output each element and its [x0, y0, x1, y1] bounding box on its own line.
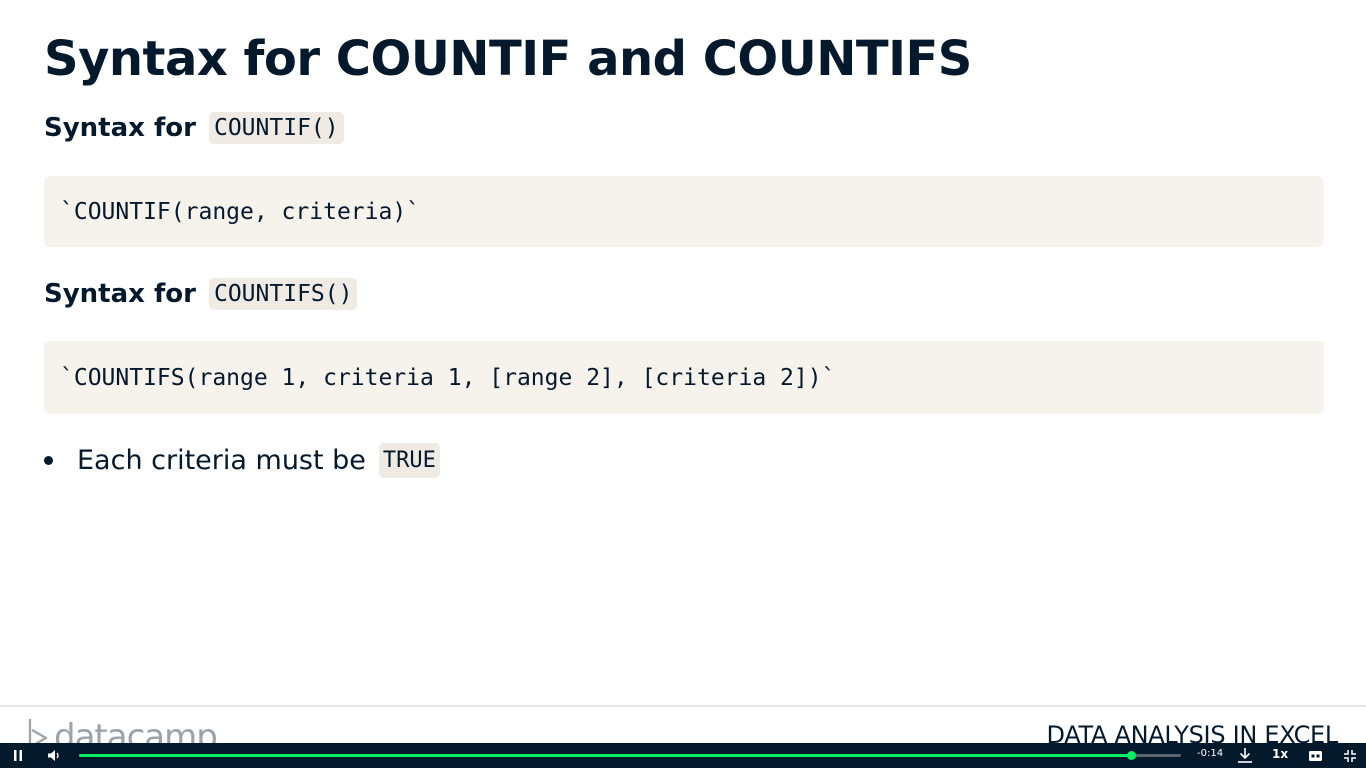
video-player-controls: -0:14 1x — [0, 743, 1366, 768]
progress-thumb[interactable] — [1127, 751, 1137, 760]
captions-button[interactable] — [1305, 743, 1325, 768]
course-title: DATA ANALYSIS IN EXCEL — [1046, 721, 1339, 745]
inline-code-countifs: COUNTIFS() — [208, 278, 358, 310]
progress-fill — [79, 754, 1132, 757]
volume-button[interactable] — [43, 743, 65, 768]
logo-text: datacamp — [54, 717, 218, 745]
datacamp-logo: datacamp — [28, 717, 218, 745]
inline-code-true: TRUE — [378, 442, 440, 478]
exit-fullscreen-icon — [1344, 749, 1356, 762]
pause-icon — [14, 750, 22, 761]
slide: Syntax for COUNTIF and COUNTIFS Syntax f… — [0, 0, 1366, 705]
code-block-countifs: `COUNTIFS(range 1, criteria 1, [range 2]… — [44, 341, 1324, 414]
bullet-text: Each criteria must be — [77, 444, 366, 476]
download-button[interactable] — [1235, 743, 1255, 768]
captions-icon — [1308, 750, 1322, 761]
inline-code-countif: COUNTIF() — [208, 112, 344, 144]
subheading-label: Syntax for — [44, 279, 196, 309]
slide-title: Syntax for COUNTIF and COUNTIFS — [44, 31, 972, 87]
pause-button[interactable] — [8, 743, 28, 768]
volume-icon — [47, 750, 59, 761]
progress-track[interactable] — [79, 751, 1181, 760]
time-remaining: -0:14 — [1197, 748, 1224, 759]
subheading-countif: Syntax for COUNTIF() — [44, 109, 344, 147]
exit-fullscreen-button[interactable] — [1340, 743, 1360, 768]
datacamp-logo-icon — [28, 719, 48, 745]
playback-speed-button[interactable]: 1x — [1272, 747, 1288, 761]
subheading-countifs: Syntax for COUNTIFS() — [44, 275, 358, 313]
bullet-dot — [44, 455, 53, 465]
bullet-item: Each criteria must be TRUE — [44, 440, 440, 480]
code-block-countif: `COUNTIF(range, criteria)` — [44, 176, 1324, 247]
download-icon — [1238, 748, 1252, 763]
slide-footer: datacamp DATA ANALYSIS IN EXCEL — [0, 705, 1366, 745]
subheading-label: Syntax for — [44, 113, 196, 143]
